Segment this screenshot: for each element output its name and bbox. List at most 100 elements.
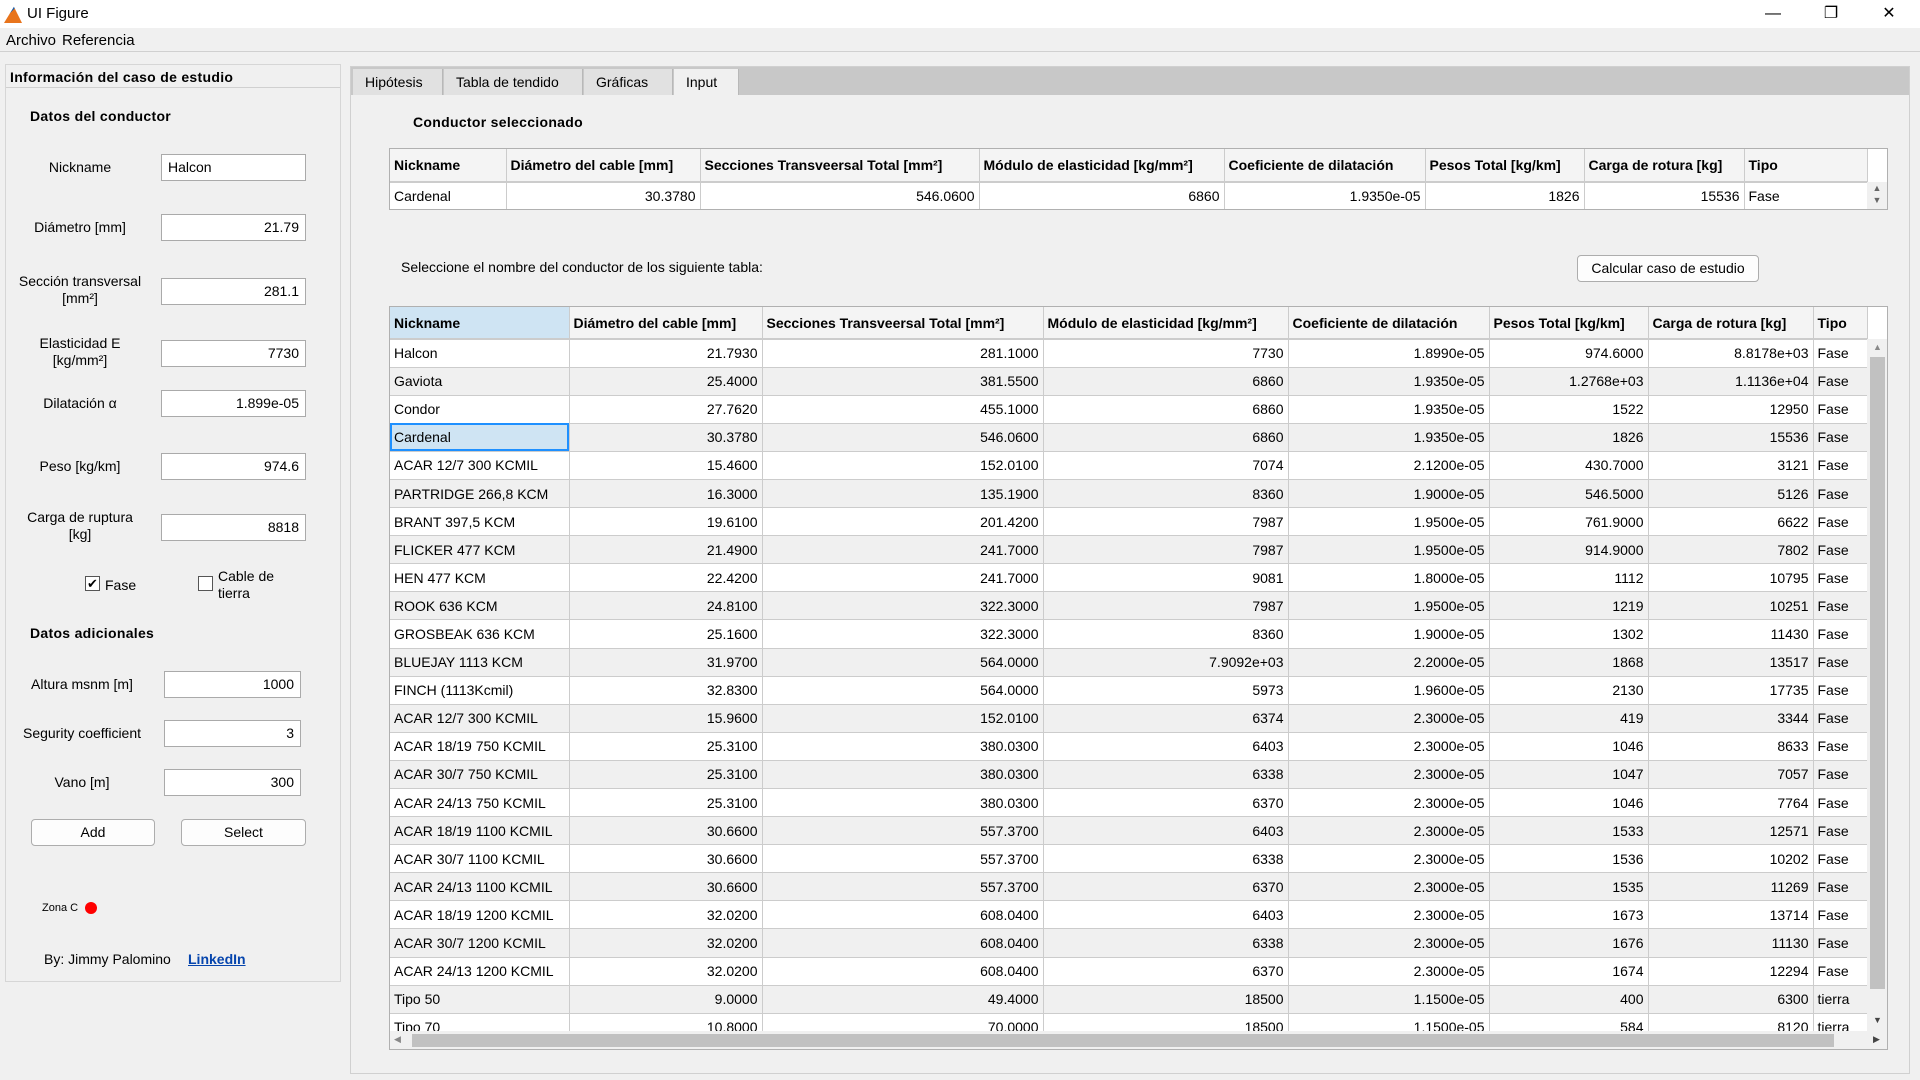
column-header[interactable]: Carga de rotura [kg] bbox=[1584, 149, 1745, 183]
table-row[interactable]: Cardenal 30.3780 546.0600 6860 1.9350e-05 182… bbox=[390, 423, 1868, 452]
table-cell[interactable]: 201.4200 bbox=[762, 507, 1044, 537]
table-cell[interactable]: 608.0400 bbox=[762, 928, 1044, 958]
table-cell[interactable]: 25.1600 bbox=[569, 619, 763, 649]
table-cell[interactable]: 27.7620 bbox=[569, 395, 763, 424]
tab-tabla-de-tendido[interactable]: Tabla de tendido bbox=[444, 69, 583, 95]
table-cell[interactable]: 2.3000e-05 bbox=[1288, 844, 1490, 874]
table-cell[interactable]: 32.0200 bbox=[569, 928, 763, 958]
vertical-scroll-thumb[interactable] bbox=[1870, 357, 1885, 989]
table-cell[interactable]: 557.3700 bbox=[762, 816, 1044, 846]
table-cell[interactable]: 2.1200e-05 bbox=[1288, 451, 1490, 480]
table-cell[interactable]: 1826 bbox=[1425, 182, 1585, 209]
table-cell[interactable]: 1.9350e-05 bbox=[1288, 395, 1490, 424]
tab-input[interactable]: Input bbox=[674, 69, 739, 95]
extra-input[interactable]: 3 bbox=[164, 720, 301, 747]
table-cell[interactable]: 1.9000e-05 bbox=[1288, 479, 1490, 509]
table-cell[interactable]: ACAR 18/19 1100 KCMIL bbox=[390, 816, 570, 846]
table-cell[interactable]: tierra bbox=[1813, 985, 1868, 1014]
column-header[interactable]: Coeficiente de dilatación bbox=[1288, 307, 1490, 340]
table-cell[interactable]: 608.0400 bbox=[762, 957, 1044, 986]
column-header[interactable]: Tipo bbox=[1744, 149, 1868, 183]
table-cell[interactable]: 9.0000 bbox=[569, 985, 763, 1014]
table-row[interactable]: ACAR 12/7 300 KCMIL 15.4600 152.0100 7074 2.… bbox=[390, 451, 1868, 480]
table-cell[interactable]: 7074 bbox=[1043, 451, 1289, 480]
table-cell[interactable]: 12571 bbox=[1648, 816, 1814, 846]
table-cell[interactable]: 6338 bbox=[1043, 760, 1289, 790]
table-cell[interactable]: 11269 bbox=[1648, 872, 1814, 902]
table-cell[interactable]: ACAR 30/7 1200 KCMIL bbox=[390, 928, 570, 958]
table-cell[interactable]: ACAR 18/19 1200 KCMIL bbox=[390, 900, 570, 930]
table-cell[interactable]: Fase bbox=[1813, 676, 1868, 705]
column-header[interactable]: Secciones Transveersal Total [mm²] bbox=[762, 307, 1044, 340]
table-cell[interactable]: FLICKER 477 KCM bbox=[390, 535, 570, 565]
table-row[interactable]: BLUEJAY 1113 KCM 31.9700 564.0000 7.9092e+0… bbox=[390, 648, 1868, 677]
table-cell[interactable]: ACAR 18/19 750 KCMIL bbox=[390, 732, 570, 761]
table-cell[interactable]: ROOK 636 KCM bbox=[390, 591, 570, 621]
table-cell[interactable]: 2.3000e-05 bbox=[1288, 928, 1490, 958]
table-cell[interactable]: 15.4600 bbox=[569, 451, 763, 480]
column-header[interactable]: Carga de rotura [kg] bbox=[1648, 307, 1814, 340]
tierra-checkbox[interactable] bbox=[198, 576, 213, 591]
table-cell[interactable]: 1046 bbox=[1489, 788, 1649, 818]
table-cell[interactable]: 1046 bbox=[1489, 732, 1649, 761]
field-input[interactable]: 7730 bbox=[161, 340, 306, 367]
add-button[interactable]: Add bbox=[31, 819, 155, 846]
table-cell[interactable]: 1.1500e-05 bbox=[1288, 985, 1490, 1014]
table-cell[interactable]: 6374 bbox=[1043, 704, 1289, 733]
table-cell[interactable]: 400 bbox=[1489, 985, 1649, 1014]
table-cell[interactable]: 152.0100 bbox=[762, 704, 1044, 733]
table-cell[interactable]: 152.0100 bbox=[762, 451, 1044, 480]
table-cell[interactable]: 6370 bbox=[1043, 872, 1289, 902]
table-cell[interactable]: 25.3100 bbox=[569, 788, 763, 818]
table-cell[interactable]: Fase bbox=[1813, 367, 1868, 396]
table-cell[interactable]: 761.9000 bbox=[1489, 507, 1649, 537]
field-input[interactable]: 974.6 bbox=[161, 453, 306, 480]
fase-checkbox[interactable]: ✔ bbox=[85, 576, 100, 591]
table-cell[interactable]: 1676 bbox=[1489, 928, 1649, 958]
table-cell[interactable]: 11130 bbox=[1648, 928, 1814, 958]
table-cell[interactable]: 1.9350e-05 bbox=[1288, 367, 1490, 396]
table-cell[interactable]: 6403 bbox=[1043, 900, 1289, 930]
table-cell[interactable]: Fase bbox=[1813, 563, 1868, 593]
table-cell[interactable]: 8360 bbox=[1043, 619, 1289, 649]
table-row[interactable]: Gaviota 25.4000 381.5500 6860 1.9350e-05 1.27… bbox=[390, 367, 1868, 396]
table-cell[interactable]: 6338 bbox=[1043, 928, 1289, 958]
table-cell[interactable]: 2.3000e-05 bbox=[1288, 704, 1490, 733]
table-cell[interactable]: Gaviota bbox=[390, 367, 570, 396]
column-header[interactable]: Secciones Transveersal Total [mm²] bbox=[700, 149, 980, 183]
table-cell[interactable]: 1112 bbox=[1489, 563, 1649, 593]
table-cell[interactable]: 13714 bbox=[1648, 900, 1814, 930]
menu-referencia[interactable]: Referencia bbox=[62, 32, 135, 49]
table-cell[interactable]: Halcon bbox=[390, 339, 570, 368]
table-cell[interactable]: 30.6600 bbox=[569, 844, 763, 874]
minimize-button[interactable]: — bbox=[1744, 0, 1802, 28]
field-input[interactable]: Halcon bbox=[161, 154, 306, 181]
table-cell[interactable]: 914.9000 bbox=[1489, 535, 1649, 565]
table-cell[interactable]: 3344 bbox=[1648, 704, 1814, 733]
extra-input[interactable]: 1000 bbox=[164, 671, 301, 698]
table-cell[interactable]: GROSBEAK 636 KCM bbox=[390, 619, 570, 649]
table-cell[interactable]: ACAR 24/13 750 KCMIL bbox=[390, 788, 570, 818]
table-cell[interactable]: ACAR 12/7 300 KCMIL bbox=[390, 704, 570, 733]
table-cell[interactable]: 6860 bbox=[979, 182, 1225, 209]
select-button[interactable]: Select bbox=[181, 819, 306, 846]
table-cell[interactable]: 2.3000e-05 bbox=[1288, 760, 1490, 790]
table-row[interactable]: FLICKER 477 KCM 21.4900 241.7000 7987 1.9500… bbox=[390, 535, 1868, 565]
column-header[interactable]: Diámetro del cable [mm] bbox=[506, 149, 701, 183]
table-cell[interactable]: 1.8990e-05 bbox=[1288, 339, 1490, 368]
table-cell[interactable]: 18500 bbox=[1043, 985, 1289, 1014]
table-cell[interactable]: 30.6600 bbox=[569, 816, 763, 846]
scroll-down-icon[interactable]: ▼ bbox=[1873, 1015, 1882, 1025]
table-cell[interactable]: 15.9600 bbox=[569, 704, 763, 733]
table-cell[interactable]: 30.3780 bbox=[569, 423, 763, 452]
table-cell[interactable]: 546.5000 bbox=[1489, 479, 1649, 509]
table-cell[interactable]: HEN 477 KCM bbox=[390, 563, 570, 593]
table-cell[interactable]: 1.9350e-05 bbox=[1224, 182, 1426, 209]
column-header[interactable]: Nickname bbox=[390, 149, 507, 183]
table-cell[interactable]: 6338 bbox=[1043, 844, 1289, 874]
table-cell[interactable]: 25.3100 bbox=[569, 760, 763, 790]
table-row[interactable]: ACAR 24/13 1100 KCMIL 30.6600 557.3700 6370… bbox=[390, 872, 1868, 902]
table-cell[interactable]: Fase bbox=[1813, 648, 1868, 677]
table-cell[interactable]: 7764 bbox=[1648, 788, 1814, 818]
table-cell[interactable]: 1.8000e-05 bbox=[1288, 563, 1490, 593]
